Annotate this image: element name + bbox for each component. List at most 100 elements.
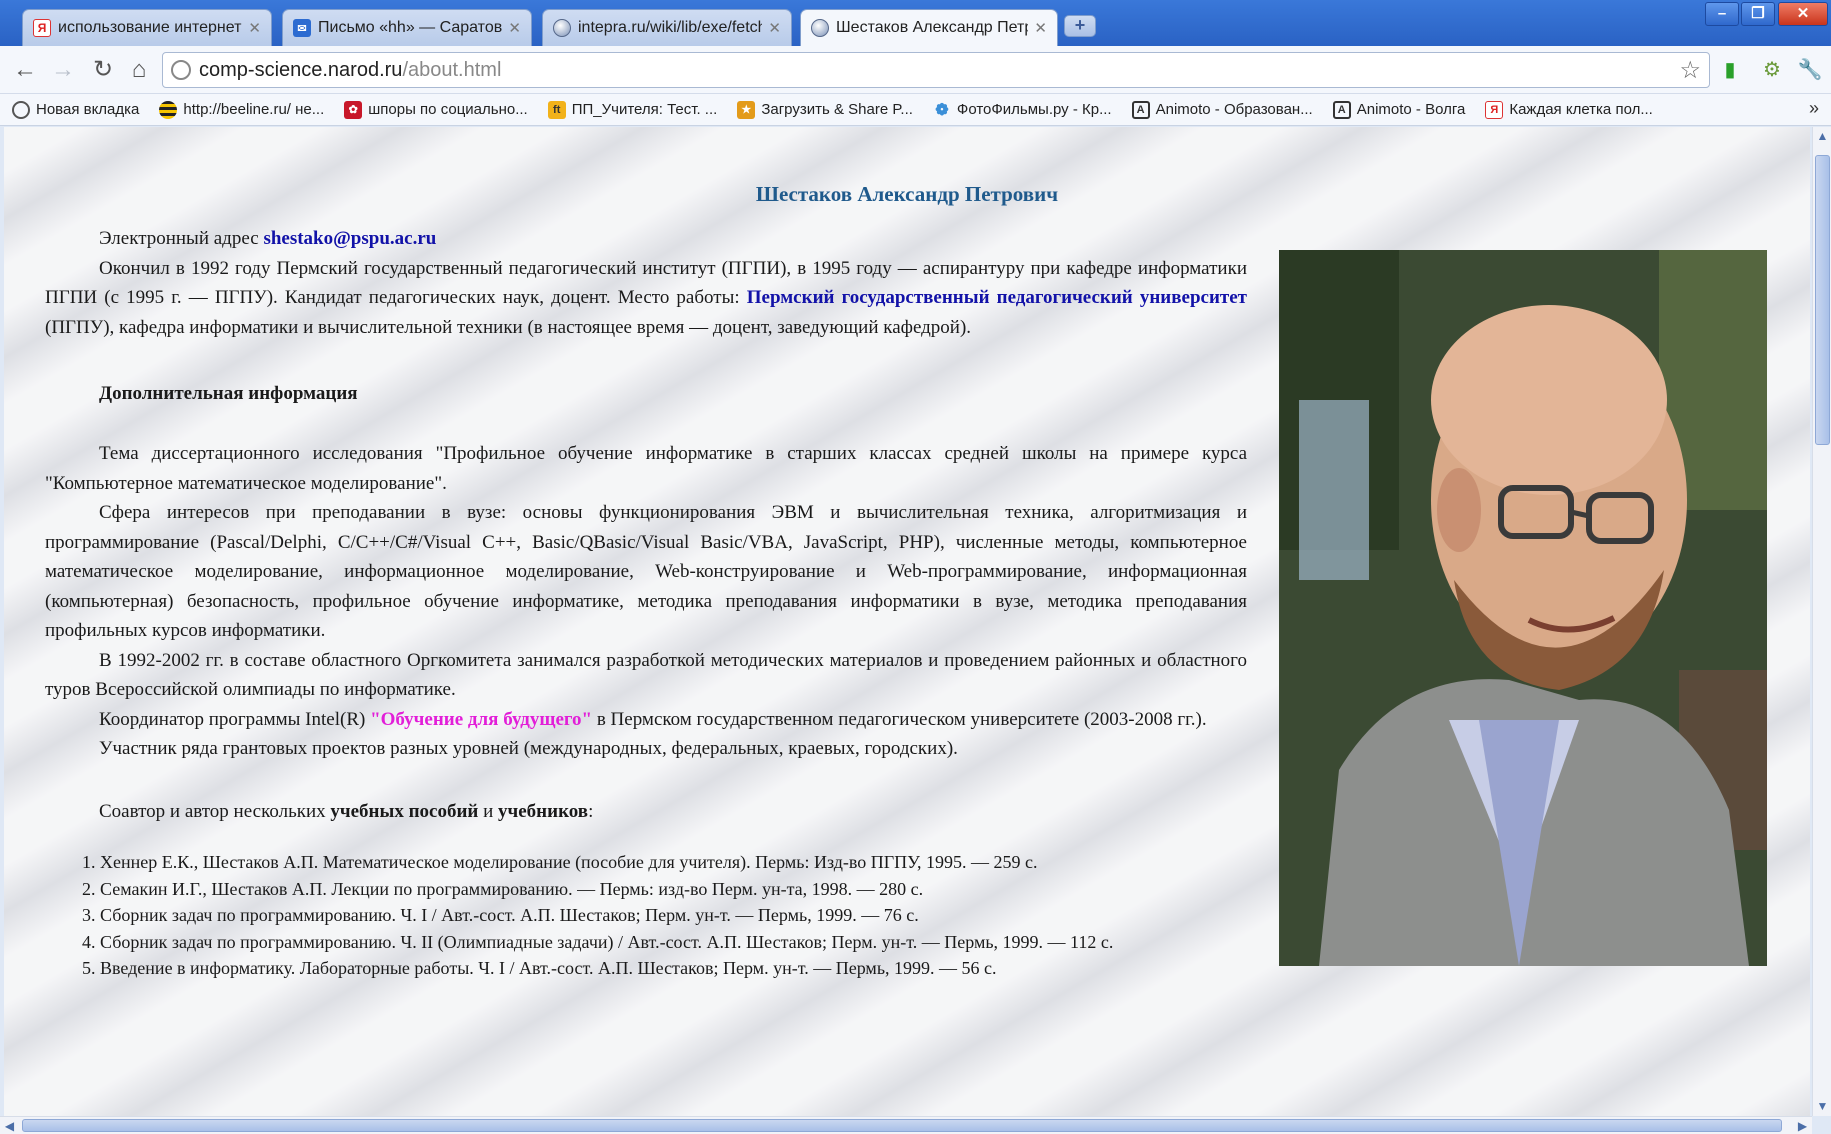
- address-bar[interactable]: comp-science.narod.ru /about.html ☆: [162, 52, 1710, 88]
- tab-strip: Я использование интернет ре ✕ ✉ Письмо «…: [0, 0, 1831, 46]
- email-label: Электронный адрес: [99, 228, 259, 249]
- scroll-right-arrow-icon[interactable]: ▶: [1793, 1117, 1812, 1134]
- window-close-button[interactable]: ✕: [1778, 2, 1828, 26]
- wrench-icon[interactable]: 🔧: [1796, 56, 1824, 84]
- bookmark-item[interactable]: ✿ шпоры по социально...: [344, 100, 528, 119]
- bookmark-label: ПП_Учителя: Тест. ...: [571, 101, 718, 118]
- coauthor-bold-text: учебников: [498, 801, 589, 822]
- close-icon[interactable]: ✕: [248, 19, 261, 37]
- animoto-icon: A: [1332, 100, 1351, 119]
- list-item: Хеннер Е.К., Шестаков А.П. Математическо…: [100, 849, 1113, 876]
- bookmark-label: шпоры по социально...: [368, 101, 528, 118]
- scroll-up-arrow-icon[interactable]: ▲: [1813, 127, 1831, 146]
- globe-icon: [553, 19, 571, 37]
- globe-icon: [811, 19, 829, 37]
- bookmark-label: http://beeline.ru/ не...: [183, 101, 325, 118]
- close-icon[interactable]: ✕: [768, 19, 781, 37]
- share-icon: ★: [737, 100, 756, 119]
- list-item: Сборник задач по программированию. Ч. II…: [100, 929, 1113, 956]
- scroll-left-arrow-icon[interactable]: ◀: [0, 1117, 19, 1134]
- url-host: comp-science.narod.ru: [199, 58, 403, 81]
- page-viewport: Шестаков Александр Петрович Электронный …: [4, 127, 1810, 1116]
- vertical-scrollbar[interactable]: ▲ ▼: [1812, 127, 1831, 1116]
- yandex-icon: Я: [33, 19, 51, 37]
- coauthor-text: и: [483, 801, 494, 822]
- forward-arrow-icon[interactable]: →: [48, 55, 78, 85]
- coauthor-text: Соавтор и автор нескольких: [99, 801, 326, 822]
- bookmark-star-icon[interactable]: ☆: [1679, 56, 1701, 85]
- back-arrow-icon[interactable]: ←: [10, 55, 40, 85]
- coauthor-colon: :: [588, 801, 594, 822]
- intel-text: Координатор программы Intel(R): [99, 708, 366, 730]
- close-icon[interactable]: ✕: [1034, 19, 1047, 37]
- university-link[interactable]: Пермский государственный педагогический …: [747, 287, 1247, 308]
- intel-paragraph: Координатор программы Intel(R) "Обучение…: [45, 705, 1247, 735]
- bookmark-item[interactable]: Я Каждая клетка пол...: [1485, 100, 1653, 119]
- new-tab-button[interactable]: +: [1064, 15, 1096, 37]
- signal-bars-icon[interactable]: ▮: [1716, 56, 1744, 84]
- portrait-image: [1279, 250, 1767, 966]
- bookmark-label: Каждая клетка пол...: [1509, 101, 1653, 118]
- tab-title: intepra.ru/wiki/lib/exe/fetch.p: [578, 19, 763, 36]
- intel-text: в Пермском государственном педагогическо…: [596, 708, 1207, 730]
- bookmark-item[interactable]: ft ПП_Учителя: Тест. ...: [547, 100, 718, 119]
- list-item: Введение в информатику. Лабораторные раб…: [100, 955, 1113, 982]
- portrait-photo: [1279, 250, 1767, 966]
- globe-icon: [12, 100, 30, 119]
- bookmark-item[interactable]: http://beeline.ru/ не...: [159, 100, 325, 119]
- animoto-icon: A: [1131, 100, 1150, 119]
- reload-icon[interactable]: ↻: [88, 55, 118, 85]
- olympiad-paragraph: В 1992-2002 гг. в составе областного Орг…: [45, 649, 1247, 701]
- tab-4-active[interactable]: Шестаков Александр Петро ✕: [800, 9, 1058, 46]
- tab-title: использование интернет ре: [58, 19, 242, 36]
- minimize-button[interactable]: –: [1705, 2, 1739, 26]
- coauthor-block: Соавтор и автор нескольких учебных пособ…: [45, 797, 1247, 827]
- grants-paragraph: Участник ряда грантовых проектов разных …: [99, 738, 958, 759]
- flower-icon: ❁: [935, 101, 949, 119]
- horizontal-scrollbar[interactable]: ◀ ▶: [0, 1116, 1812, 1134]
- home-icon[interactable]: ⌂: [124, 55, 154, 85]
- url-path: /about.html: [402, 58, 502, 81]
- wiki-icon: ft: [547, 100, 566, 119]
- coauthor-bold-text: учебных пособий: [330, 801, 479, 822]
- list-item: Семакин И.Г., Шестаков А.П. Лекции по пр…: [100, 876, 1113, 903]
- beeline-icon: [159, 100, 178, 119]
- navigation-toolbar: ← → ↻ ⌂ comp-science.narod.ru /about.htm…: [0, 46, 1831, 94]
- bio-text: (ПГПУ), кафедра информатики и вычислител…: [45, 316, 972, 338]
- intel-program-link[interactable]: "Обучение для будущего": [370, 709, 592, 730]
- scroll-down-arrow-icon[interactable]: ▼: [1813, 1097, 1831, 1116]
- close-icon[interactable]: ✕: [508, 19, 521, 37]
- books-list: Хеннер Е.К., Шестаков А.П. Математическо…: [100, 849, 1113, 982]
- email-paragraph: Электронный адрес shestako@pspu.ac.ru: [45, 224, 1247, 254]
- extension-icon[interactable]: ⚙: [1758, 56, 1786, 84]
- horizontal-scroll-thumb[interactable]: [22, 1119, 1782, 1132]
- vertical-scroll-thumb[interactable]: [1815, 155, 1830, 445]
- more-bookmarks-chevron-icon[interactable]: »: [1809, 98, 1819, 119]
- extra-info-heading: Дополнительная информация: [99, 383, 358, 404]
- tab-2[interactable]: ✉ Письмо «hh» — Саратов шко ✕: [282, 9, 532, 46]
- page-info-icon[interactable]: [171, 60, 191, 80]
- red-icon: ✿: [344, 100, 363, 119]
- bookmark-item[interactable]: A Animoto - Образован...: [1131, 100, 1313, 119]
- bookmark-item[interactable]: ❁ ФотоФильмы.ру - Кр...: [933, 101, 1112, 119]
- maximize-button[interactable]: ❐: [1741, 2, 1775, 26]
- list-item: Сборник задач по программированию. Ч. I …: [100, 902, 1113, 929]
- tab-title: Письмо «hh» — Саратов шко: [318, 19, 503, 36]
- bookmark-label: Animoto - Волга: [1356, 101, 1466, 118]
- tab-title: Шестаков Александр Петро: [836, 19, 1029, 36]
- coauthor-paragraph: Соавтор и автор нескольких учебных пособ…: [45, 797, 1247, 827]
- tab-3[interactable]: intepra.ru/wiki/lib/exe/fetch.p ✕: [542, 9, 792, 46]
- email-link[interactable]: shestako@pspu.ac.ru: [263, 228, 436, 249]
- bookmark-label: ФотоФильмы.ру - Кр...: [956, 101, 1112, 118]
- page-title: Шестаков Александр Петрович: [755, 182, 1059, 206]
- bookmark-item[interactable]: ★ Загрузить & Share P...: [737, 100, 913, 119]
- tab-1[interactable]: Я использование интернет ре ✕: [22, 9, 272, 46]
- bio-paragraph: Окончил в 1992 году Пермский государстве…: [45, 254, 1247, 343]
- mail-icon: ✉: [293, 19, 311, 37]
- bookmark-label: Загрузить & Share P...: [761, 101, 913, 118]
- bookmark-item[interactable]: Новая вкладка: [12, 100, 139, 119]
- bookmark-item[interactable]: A Animoto - Волга: [1332, 100, 1466, 119]
- interests-paragraph: Сфера интересов при преподавании в вузе:…: [45, 502, 1247, 641]
- extra-info-section: Тема диссертационного исследования "Проф…: [45, 439, 1247, 764]
- yandex-icon: Я: [1485, 100, 1504, 119]
